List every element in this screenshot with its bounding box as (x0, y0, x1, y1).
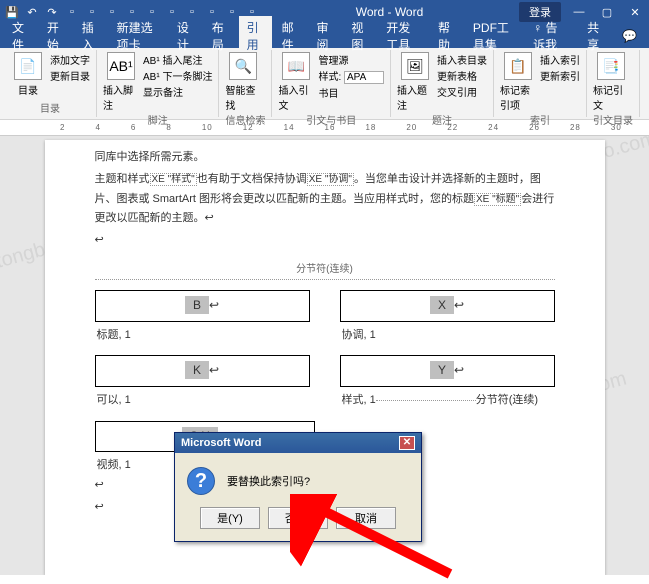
cancel-button[interactable]: 取消 (336, 507, 396, 529)
dialog-buttons: 是(Y) 否(N) 取消 (175, 501, 421, 541)
index-heading: X↩ (340, 290, 555, 322)
index-columns: B↩ 标题, 1 K↩ 可以, 1 X↩ 协调, 1 Y↩ 样式, 1分节符(连… (95, 290, 555, 411)
citation-style-select[interactable]: 样式: APA (318, 68, 384, 84)
mark-entry-button[interactable]: 📋标记索引项 (500, 52, 536, 112)
index-heading: K↩ (95, 355, 310, 387)
paragraph-mark: ↩ (95, 231, 555, 251)
dialog-body: ? 要替换此索引吗? (175, 453, 421, 501)
insert-index-button[interactable]: 插入索引 (540, 52, 580, 67)
update-index-button[interactable]: 更新索引 (540, 68, 580, 83)
question-icon: ? (187, 467, 215, 495)
ribbon-group-citations: 📖插入引文 管理源 样式: APA 书目 引文与书目 (272, 50, 391, 117)
ribbon: 📄目录 添加文字 更新目录 目录 AB¹插入脚注 AB¹ 插入尾注 AB¹ 下一… (0, 48, 649, 120)
search-icon: 🔍 (229, 52, 257, 80)
yes-button[interactable]: 是(Y) (200, 507, 260, 529)
toc-button[interactable]: 📄目录 (10, 52, 46, 97)
ribbon-group-index: 📋标记索引项 插入索引 更新索引 索引 (494, 50, 587, 117)
paragraph[interactable]: 主题和样式XE "样式"也有助于文档保持协调XE "协调"。当您单击设计并选择新… (95, 170, 555, 229)
xe-field: XE "样式" (150, 173, 197, 186)
index-entry: 标题, 1 (95, 326, 310, 346)
ribbon-group-footnote: AB¹插入脚注 AB¹ 插入尾注 AB¹ 下一条脚注 显示备注 脚注 (97, 50, 219, 117)
manage-sources-button[interactable]: 管理源 (318, 52, 384, 67)
insert-caption-button[interactable]: 🖼插入题注 (397, 52, 433, 112)
mark-citation-button[interactable]: 📑标记引文 (593, 52, 629, 112)
dialog-close-icon[interactable]: ✕ (399, 436, 415, 450)
index-icon: 📋 (504, 52, 532, 80)
show-notes-button[interactable]: 显示备注 (143, 84, 212, 99)
no-button[interactable]: 否(N) (268, 507, 328, 529)
close-icon[interactable]: ✕ (625, 6, 645, 19)
dialog-title: Microsoft Word (181, 437, 261, 449)
xe-field: XE "标题" (474, 193, 521, 206)
insert-citation-button[interactable]: 📖插入引文 (278, 52, 314, 112)
update-table-button[interactable]: 更新表格 (437, 68, 487, 83)
index-column-left: B↩ 标题, 1 K↩ 可以, 1 (95, 290, 310, 411)
insert-endnote-button[interactable]: AB¹ 插入尾注 (143, 52, 212, 67)
index-entry: 样式, 1分节符(连续) (340, 391, 555, 411)
add-text-button[interactable]: 添加文字 (50, 52, 90, 67)
index-column-right: X↩ 协调, 1 Y↩ 样式, 1分节符(连续) (340, 290, 555, 411)
ribbon-group-toa: 📑标记引文 引文目录 (587, 50, 640, 117)
section-break: 分节符(连续) (95, 261, 555, 280)
ribbon-group-toc: 📄目录 添加文字 更新目录 目录 (4, 50, 97, 117)
xe-field: XE "协调" (307, 173, 354, 186)
ribbon-group-captions: 🖼插入题注 插入表目录 更新表格 交叉引用 题注 (391, 50, 494, 117)
index-heading: B↩ (95, 290, 310, 322)
next-footnote-button[interactable]: AB¹ 下一条脚注 (143, 68, 212, 83)
toc-icon: 📄 (14, 52, 42, 80)
caption-icon: 🖼 (401, 52, 429, 80)
bibliography-button[interactable]: 书目 (318, 85, 384, 100)
confirm-dialog: Microsoft Word ✕ ? 要替换此索引吗? 是(Y) 否(N) 取消 (174, 432, 422, 542)
toa-icon: 📑 (597, 52, 625, 80)
footnote-icon: AB¹ (107, 52, 135, 80)
index-entry: 可以, 1 (95, 391, 310, 411)
comments-icon[interactable]: 💬 (614, 26, 645, 46)
index-entry: 协调, 1 (340, 326, 555, 346)
paragraph[interactable]: 同库中选择所需元素。 (95, 148, 555, 168)
ribbon-group-research: 🔍智能查找 信息检索 (219, 50, 272, 117)
insert-tof-button[interactable]: 插入表目录 (437, 52, 487, 67)
dialog-message: 要替换此索引吗? (227, 473, 310, 489)
citation-icon: 📖 (282, 52, 310, 80)
update-toc-button[interactable]: 更新目录 (50, 68, 90, 83)
index-heading: Y↩ (340, 355, 555, 387)
dialog-title-bar[interactable]: Microsoft Word ✕ (175, 433, 421, 453)
insert-footnote-button[interactable]: AB¹插入脚注 (103, 52, 139, 112)
smart-lookup-button[interactable]: 🔍智能查找 (225, 52, 261, 112)
ribbon-tabs: 文件 开始 插入 新建选项卡 设计 布局 引用 邮件 审阅 视图 开发工具 帮助… (0, 24, 649, 48)
cross-reference-button[interactable]: 交叉引用 (437, 84, 487, 99)
